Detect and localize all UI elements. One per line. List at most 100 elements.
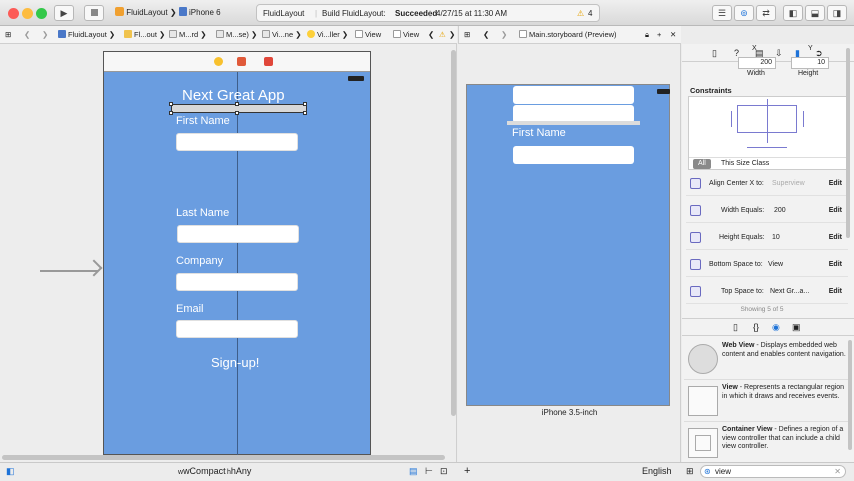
object-library-icon[interactable]: ◉ <box>772 319 780 336</box>
exit-icon[interactable] <box>264 57 273 66</box>
forward-arrow-icon[interactable]: ❯ <box>42 26 48 43</box>
document-outline-icon[interactable]: ◧ <box>6 463 15 480</box>
assistant-editor-button[interactable]: ⊚ <box>734 5 754 21</box>
edit-button[interactable]: Edit <box>829 280 842 304</box>
scheme-selector[interactable]: FluidLayout ❯ iPhone 6 <box>115 5 221 21</box>
app-title-label[interactable]: Next Great App <box>182 87 285 104</box>
all-filter-button[interactable]: All <box>693 159 711 169</box>
file-template-icon[interactable]: ▯ <box>733 319 738 336</box>
jump-item-storyboard[interactable]: M...rd ❯ <box>169 26 207 43</box>
zoom-window-button[interactable] <box>36 8 47 19</box>
constraint-row[interactable]: Width Equals: 200 Edit <box>686 199 848 223</box>
view-controller-scene[interactable]: Next Great App First Name Last Name Comp… <box>103 51 371 456</box>
resize-handle-bl[interactable] <box>169 111 173 115</box>
issue-prev-icon[interactable]: ❮ <box>428 26 434 43</box>
pin-icon[interactable]: ⊢ <box>425 463 433 480</box>
resize-handle-bc[interactable] <box>235 111 239 115</box>
attributes-inspector-icon[interactable]: ⇩ <box>775 44 783 62</box>
jump-item-controller[interactable]: Vi...ller ❯ <box>307 26 348 43</box>
company-field[interactable] <box>176 273 298 291</box>
align-icon[interactable]: ▤ <box>409 463 418 480</box>
code-snippet-icon[interactable]: {} <box>753 319 759 336</box>
first-name-label[interactable]: First Name <box>176 115 230 127</box>
last-name-label[interactable]: Last Name <box>176 207 229 219</box>
jump-item-overflow[interactable]: View <box>393 26 419 43</box>
related-items-icon-right[interactable]: ⊞ <box>464 26 470 43</box>
add-editor-icon[interactable]: + <box>657 26 661 43</box>
view-controller-icon[interactable] <box>214 57 223 66</box>
resize-handle-tc[interactable] <box>235 102 239 106</box>
edit-button[interactable]: Edit <box>829 199 842 223</box>
constraint-row[interactable]: Top Space to: Next Gr...a... Edit <box>686 280 848 304</box>
size-class-height[interactable]: hhAny <box>227 463 251 481</box>
email-label[interactable]: Email <box>176 303 204 315</box>
resize-handle-br[interactable] <box>303 111 307 115</box>
back-arrow-icon[interactable]: ❮ <box>24 26 30 43</box>
y-label: Y <box>808 45 813 52</box>
jump-item-folder[interactable]: Fl...out ❯ <box>124 26 165 43</box>
issue-warning-icon[interactable]: ⚠ <box>439 26 446 43</box>
close-window-button[interactable] <box>8 8 19 19</box>
jump-item-base[interactable]: M...se) ❯ <box>216 26 257 43</box>
standard-editor-button[interactable]: ☰ <box>712 5 732 21</box>
inspector-scrollbar[interactable] <box>846 48 850 238</box>
constraint-row[interactable]: Bottom Space to: View Edit <box>686 253 848 277</box>
close-editor-icon[interactable]: ✕ <box>670 26 676 43</box>
constraint-row[interactable]: Align Center X to: Superview Edit <box>686 172 848 196</box>
related-items-icon[interactable]: ⊞ <box>5 26 11 43</box>
grid-view-icon[interactable]: ⊞ <box>686 463 694 480</box>
jump-item-view[interactable]: View <box>355 26 381 43</box>
activity-status-prefix: Build FluidLayout: <box>322 9 386 18</box>
canvas-vertical-scrollbar[interactable] <box>451 50 456 416</box>
constraint-row[interactable]: Height Equals: 10 Edit <box>686 226 848 250</box>
file-inspector-icon[interactable]: ▯ <box>712 44 717 62</box>
resize-handle-tl[interactable] <box>169 102 173 106</box>
media-library-icon[interactable]: ▣ <box>792 319 801 336</box>
library-item-web-view[interactable]: Web View - Displays embedded web content… <box>684 340 850 380</box>
resize-handle-tr[interactable] <box>303 102 307 106</box>
clear-filter-icon[interactable]: ✕ <box>834 466 841 477</box>
resolve-icon[interactable]: ⊡ <box>440 463 448 480</box>
device-icon <box>178 7 187 16</box>
signup-button[interactable]: Sign-up! <box>211 355 259 370</box>
add-preview-icon[interactable]: + <box>464 463 470 480</box>
library-scrollbar[interactable] <box>848 340 852 450</box>
edit-button[interactable]: Edit <box>829 172 842 196</box>
last-name-field[interactable] <box>177 225 299 243</box>
navigator-toggle-button[interactable]: ◧ <box>783 5 803 21</box>
preview-file-item[interactable]: Main.storyboard (Preview) <box>519 26 617 43</box>
first-responder-icon[interactable] <box>237 57 246 66</box>
scheme-device-name: iPhone 6 <box>189 8 221 17</box>
stepper-spacer <box>832 48 836 72</box>
company-label[interactable]: Company <box>176 255 223 267</box>
forward-arrow-icon-right[interactable]: ❯ <box>501 26 507 43</box>
library-item-container-view[interactable]: Container View - Defines a region of a v… <box>684 424 850 464</box>
stop-button[interactable] <box>84 5 104 21</box>
edit-button[interactable]: Edit <box>829 253 842 277</box>
selected-view[interactable] <box>171 104 307 113</box>
width-field[interactable]: 200 <box>738 57 776 69</box>
jump-item-project[interactable]: FluidLayout ❯ <box>58 26 115 43</box>
canvas-horizontal-scrollbar[interactable] <box>2 455 445 460</box>
warning-icon[interactable]: ⚠ <box>577 9 584 18</box>
lock-icon[interactable]: 🔒︎ <box>645 26 649 43</box>
storyboard-canvas[interactable]: Next Great App First Name Last Name Comp… <box>0 44 457 462</box>
minimize-window-button[interactable] <box>22 8 33 19</box>
debug-toggle-button[interactable]: ⬓ <box>805 5 825 21</box>
jump-item-scene[interactable]: Vi...ne ❯ <box>262 26 302 43</box>
library-item-view[interactable]: View - Represents a rectangular region i… <box>684 382 850 422</box>
folder-icon <box>124 30 132 38</box>
run-button[interactable]: ▶ <box>54 5 74 21</box>
issue-next-icon[interactable]: ❯ <box>449 26 455 43</box>
email-field[interactable] <box>176 320 298 338</box>
utilities-toggle-button[interactable]: ◨ <box>827 5 847 21</box>
edit-button[interactable]: Edit <box>829 226 842 250</box>
back-arrow-icon-right[interactable]: ❮ <box>483 26 489 43</box>
library-filter-field[interactable]: ⊛ view ✕ <box>700 465 846 478</box>
height-field[interactable]: 10 <box>791 57 829 69</box>
first-name-field[interactable] <box>176 133 298 151</box>
version-editor-button[interactable]: ⇄ <box>756 5 776 21</box>
language-selector[interactable]: English <box>642 463 672 480</box>
size-class-width[interactable]: wwCompact <box>178 463 226 481</box>
this-size-class-button[interactable]: This Size Class <box>721 158 769 170</box>
